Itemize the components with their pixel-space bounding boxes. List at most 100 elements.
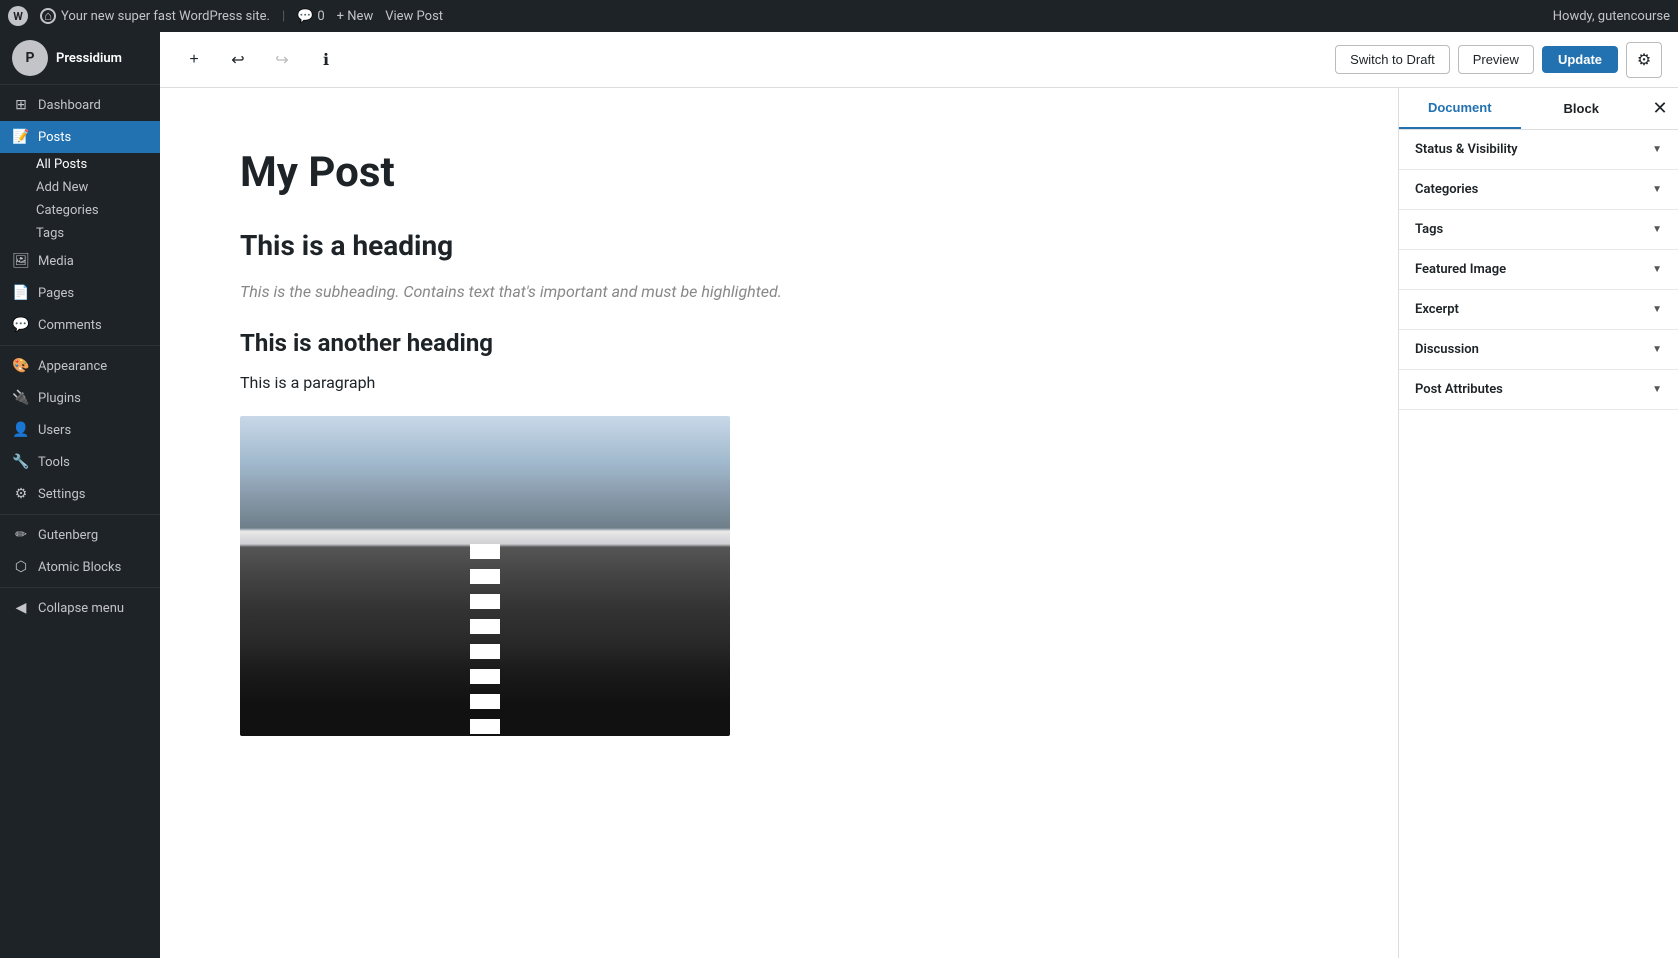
admin-bar-divider: | xyxy=(282,9,285,24)
sidebar-item-label-media: Media xyxy=(38,254,74,269)
sidebar-item-dashboard[interactable]: ⊞ Dashboard xyxy=(0,89,160,121)
sidebar-item-settings[interactable]: ⚙ Settings xyxy=(0,478,160,510)
admin-bar-new[interactable]: + New xyxy=(337,9,374,24)
chevron-down-icon-categories: ▼ xyxy=(1652,184,1662,195)
switch-to-draft-button[interactable]: Switch to Draft xyxy=(1335,45,1450,74)
sidebar-item-label-gutenberg: Gutenberg xyxy=(38,528,98,543)
gutenberg-icon: ✏ xyxy=(12,527,30,543)
chevron-down-icon-tags: ▼ xyxy=(1652,224,1662,235)
side-panel: Document Block ✕ Status & Visibility ▼ C… xyxy=(1398,88,1678,958)
panel-section-featured-image: Featured Image ▼ xyxy=(1399,250,1678,290)
panel-section-header-categories[interactable]: Categories ▼ xyxy=(1399,170,1678,209)
editor-and-panel: My Post This is a heading This is the su… xyxy=(160,88,1678,958)
sidebar-logo: P xyxy=(12,40,48,76)
editor-content[interactable]: My Post This is a heading This is the su… xyxy=(160,88,1398,958)
sidebar-posts-submenu: All Posts Add New Categories Tags xyxy=(0,153,160,245)
sidebar-item-label-users: Users xyxy=(38,423,71,438)
sidebar-logo-section: P Pressidium xyxy=(0,32,160,85)
wp-logo-icon[interactable]: W xyxy=(8,6,28,26)
sidebar-item-posts[interactable]: 📝 Posts xyxy=(0,121,160,153)
chevron-down-icon-discussion: ▼ xyxy=(1652,344,1662,355)
content-heading-1[interactable]: This is a heading xyxy=(240,229,1318,262)
main-layout: P Pressidium ⊞ Dashboard 📝 Posts All Pos… xyxy=(0,32,1678,958)
settings-panel-button[interactable]: ⚙ xyxy=(1626,42,1662,78)
panel-section-label-featured-image: Featured Image xyxy=(1415,262,1506,277)
new-label: + New xyxy=(337,9,374,24)
toolbar-right: Switch to Draft Preview Update ⚙ xyxy=(1335,42,1662,78)
preview-button[interactable]: Preview xyxy=(1458,45,1534,74)
sidebar-item-pages[interactable]: 📄 Pages xyxy=(0,277,160,309)
panel-section-header-excerpt[interactable]: Excerpt ▼ xyxy=(1399,290,1678,329)
sidebar-item-label-comments: Comments xyxy=(38,318,102,333)
sidebar-separator-1 xyxy=(0,345,160,346)
panel-content: Status & Visibility ▼ Categories ▼ Tags xyxy=(1399,130,1678,958)
sidebar-collapse-label: Collapse menu xyxy=(38,601,124,616)
content-subheading[interactable]: This is the subheading. Contains text th… xyxy=(240,282,1318,301)
panel-section-label-post-attributes: Post Attributes xyxy=(1415,382,1503,397)
panel-section-label-excerpt: Excerpt xyxy=(1415,302,1459,317)
sidebar-subitem-all-posts[interactable]: All Posts xyxy=(0,153,160,176)
media-icon: 🖼 xyxy=(12,253,30,269)
sidebar-item-appearance[interactable]: 🎨 Appearance xyxy=(0,350,160,382)
tab-document[interactable]: Document xyxy=(1399,88,1521,129)
content-image[interactable] xyxy=(240,416,730,736)
panel-section-header-status-visibility[interactable]: Status & Visibility ▼ xyxy=(1399,130,1678,169)
sidebar-subitem-categories[interactable]: Categories xyxy=(0,199,160,222)
admin-bar-site[interactable]: ⌂ Your new super fast WordPress site. xyxy=(40,8,270,24)
sidebar-collapse-menu[interactable]: ◀ Collapse menu xyxy=(0,592,160,624)
panel-section-post-attributes: Post Attributes ▼ xyxy=(1399,370,1678,410)
comments-count: 0 xyxy=(317,9,324,24)
chevron-down-icon-status: ▼ xyxy=(1652,144,1662,155)
sidebar-item-comments[interactable]: 💬 Comments xyxy=(0,309,160,341)
panel-section-discussion: Discussion ▼ xyxy=(1399,330,1678,370)
undo-button[interactable]: ↩ xyxy=(220,42,256,78)
sidebar-separator-3 xyxy=(0,587,160,588)
panel-section-tags: Tags ▼ xyxy=(1399,210,1678,250)
chevron-down-icon-excerpt: ▼ xyxy=(1652,304,1662,315)
sidebar-item-label-plugins: Plugins xyxy=(38,391,81,406)
admin-bar: W ⌂ Your new super fast WordPress site. … xyxy=(0,0,1678,32)
sidebar-item-label-dashboard: Dashboard xyxy=(38,98,101,113)
sidebar: P Pressidium ⊞ Dashboard 📝 Posts All Pos… xyxy=(0,32,160,958)
panel-section-header-tags[interactable]: Tags ▼ xyxy=(1399,210,1678,249)
users-icon: 👤 xyxy=(12,422,30,438)
sidebar-subitem-tags[interactable]: Tags xyxy=(0,222,160,245)
sidebar-separator-2 xyxy=(0,514,160,515)
admin-bar-view-post[interactable]: View Post xyxy=(385,9,443,24)
sidebar-item-users[interactable]: 👤 Users xyxy=(0,414,160,446)
panel-close-button[interactable]: ✕ xyxy=(1642,91,1678,127)
comments-nav-icon: 💬 xyxy=(12,317,30,333)
sidebar-site-name: Pressidium xyxy=(56,51,122,66)
admin-bar-comments[interactable]: 💬 0 xyxy=(297,9,325,24)
sidebar-subitem-add-new[interactable]: Add New xyxy=(0,176,160,199)
sidebar-item-label-tools: Tools xyxy=(38,455,70,470)
content-paragraph[interactable]: This is a paragraph xyxy=(240,373,1318,392)
content-heading-2[interactable]: This is another heading xyxy=(240,329,1318,357)
add-block-button[interactable]: + xyxy=(176,42,212,78)
road-image-visual xyxy=(240,416,730,736)
redo-button[interactable]: ↪ xyxy=(264,42,300,78)
panel-section-header-featured-image[interactable]: Featured Image ▼ xyxy=(1399,250,1678,289)
post-title[interactable]: My Post xyxy=(240,148,1318,197)
sidebar-item-plugins[interactable]: 🔌 Plugins xyxy=(0,382,160,414)
sidebar-menu: ⊞ Dashboard 📝 Posts All Posts Add New Ca… xyxy=(0,85,160,628)
panel-section-status-visibility: Status & Visibility ▼ xyxy=(1399,130,1678,170)
settings-icon: ⚙ xyxy=(12,486,30,502)
posts-icon: 📝 xyxy=(12,129,30,145)
panel-section-label-discussion: Discussion xyxy=(1415,342,1479,357)
panel-section-categories: Categories ▼ xyxy=(1399,170,1678,210)
sidebar-item-gutenberg[interactable]: ✏ Gutenberg xyxy=(0,519,160,551)
chevron-down-icon-post-attributes: ▼ xyxy=(1652,384,1662,395)
admin-bar-howdy: Howdy, gutencourse xyxy=(1553,9,1670,24)
info-button[interactable]: ℹ xyxy=(308,42,344,78)
chevron-down-icon-featured-image: ▼ xyxy=(1652,264,1662,275)
sidebar-item-media[interactable]: 🖼 Media xyxy=(0,245,160,277)
atomic-blocks-icon: ⬡ xyxy=(12,559,30,575)
panel-section-header-post-attributes[interactable]: Post Attributes ▼ xyxy=(1399,370,1678,409)
panel-section-header-discussion[interactable]: Discussion ▼ xyxy=(1399,330,1678,369)
tab-block[interactable]: Block xyxy=(1521,88,1643,129)
sidebar-item-atomic-blocks[interactable]: ⬡ Atomic Blocks xyxy=(0,551,160,583)
sidebar-item-tools[interactable]: 🔧 Tools xyxy=(0,446,160,478)
update-button[interactable]: Update xyxy=(1542,46,1618,73)
sidebar-item-label-settings: Settings xyxy=(38,487,85,502)
